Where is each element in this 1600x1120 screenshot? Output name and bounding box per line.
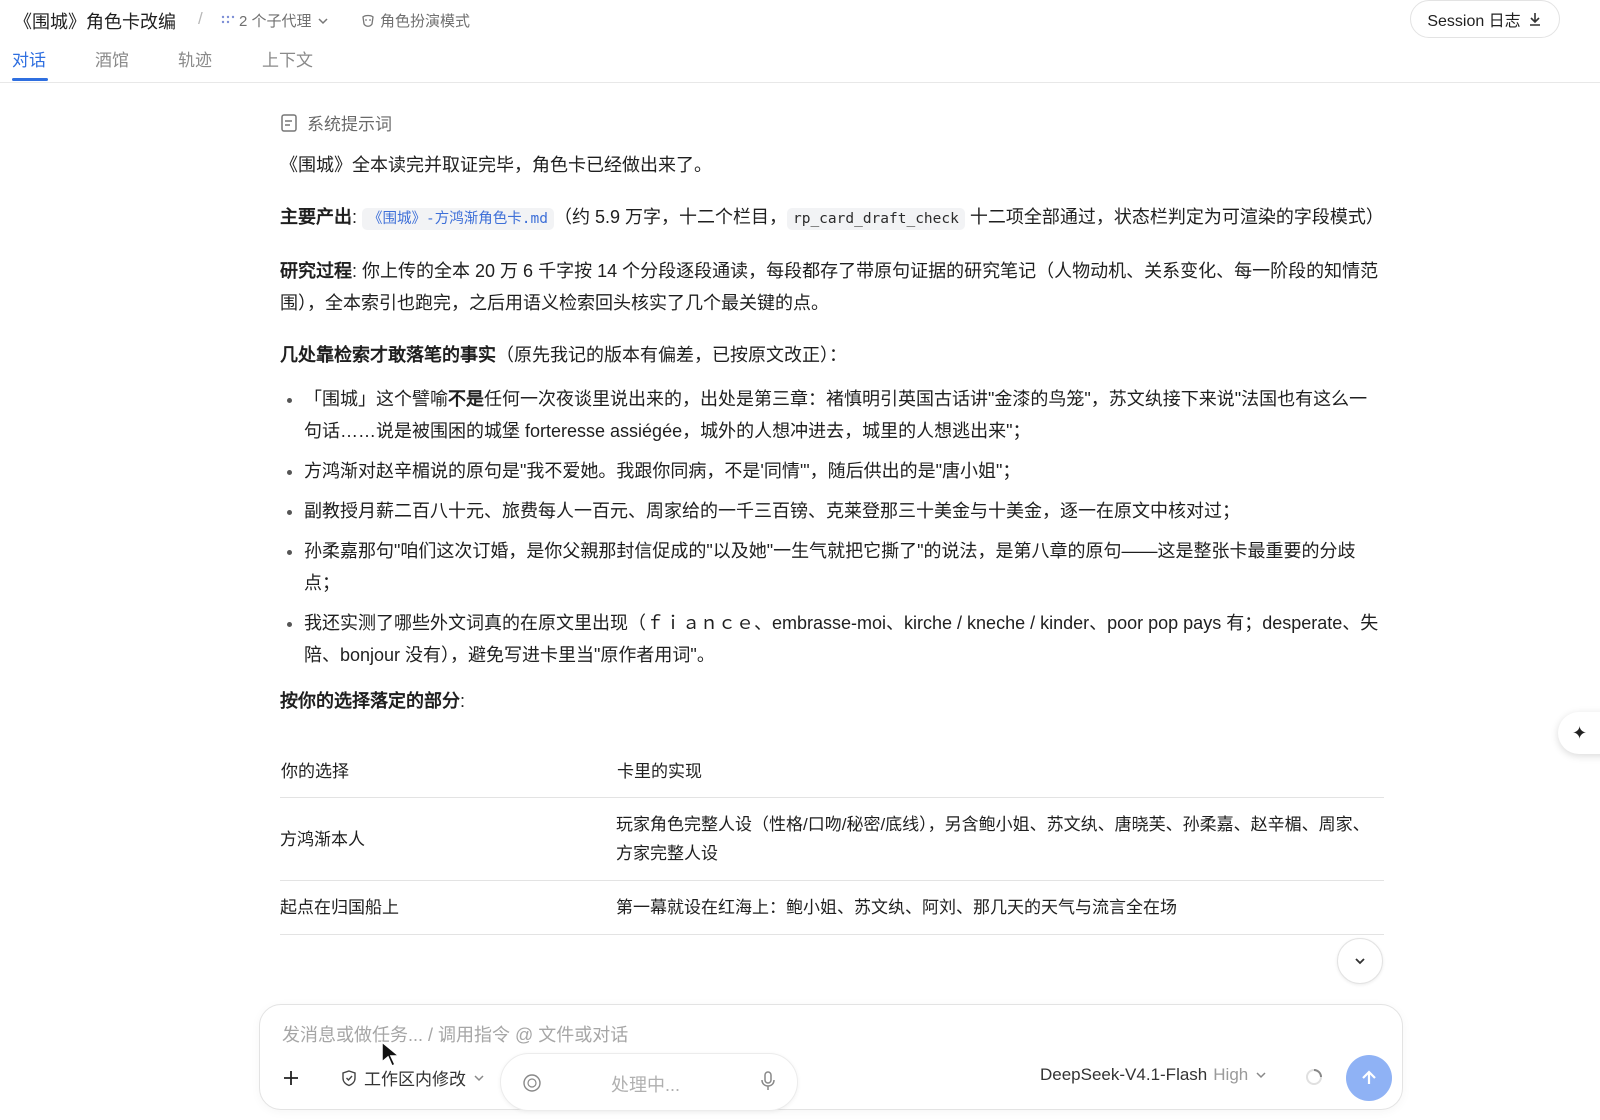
document-icon <box>281 113 297 132</box>
shield-edit-icon <box>342 1069 356 1086</box>
mouse-cursor-icon <box>381 1040 402 1068</box>
check-tool-chip: rp_card_draft_check <box>786 208 965 230</box>
intro-paragraph: 《围城》全本读完并取证完毕，角色卡已经做出来了。 <box>280 155 712 175</box>
side-assistant-tab[interactable]: ✦ <box>1558 712 1600 754</box>
chevron-down-icon <box>474 1074 484 1081</box>
tab-bar: 对话 酒馆 轨迹 上下文 <box>0 42 1600 83</box>
table-cell-choice: 起点在归国船上 <box>280 880 616 935</box>
model-selector[interactable]: DeepSeek-V4.1-Flash High <box>1040 1065 1268 1085</box>
system-prompt-toggle[interactable]: 系统提示词 <box>280 110 1384 135</box>
choices-heading: 按你的选择落定的部分: <box>280 685 1384 717</box>
permission-label: 工作区内修改 <box>364 1070 466 1089</box>
scroll-down-button[interactable] <box>1337 938 1383 984</box>
bullet-1-bold: 不是 <box>448 389 484 409</box>
voice-orb-icon <box>523 1074 541 1092</box>
process-label: 研究过程 <box>280 261 352 281</box>
facts-list: 「围城」这个譬喻不是任何一次夜谈里说出来的，出处是第三章：褚慎明引英国古话讲"金… <box>280 383 1384 671</box>
process-text: 你上传的全本 20 万 6 千字按 14 个分段逐段通读，每段都存了带原句证据的… <box>280 261 1379 313</box>
arrow-up-icon <box>1362 1070 1376 1084</box>
roleplay-mode-label[interactable]: 角色扮演模式 <box>360 10 470 31</box>
list-item: 方鸿渐对赵辛楣说的原句是"我不爱她。我跟你同病，不是'同情'"，随后供出的是"唐… <box>304 455 1384 487</box>
list-item: 「围城」这个譬喻不是任何一次夜谈里说出来的，出处是第三章：褚慎明引英国古话讲"金… <box>304 383 1384 447</box>
output-colon: : <box>352 207 358 227</box>
message-content: 系统提示词 《围城》全本读完并取证完毕，角色卡已经做出来了。 主要产出: 《围城… <box>280 110 1384 935</box>
table-cell-choice: 方鸿渐本人 <box>280 797 616 881</box>
table-header-impl: 卡里的实现 <box>616 741 1384 798</box>
theater-mask-icon <box>362 14 374 27</box>
table-cell-impl: 玩家角色完整人设（性格/口吻/秘密/底线），另含鲍小姐、苏文纨、唐晓芙、孙柔嘉、… <box>616 797 1384 881</box>
subagents-dropdown[interactable]: 2 个子代理 <box>221 10 330 31</box>
chevron-down-icon <box>1355 958 1365 965</box>
permission-dropdown[interactable]: 工作区内修改 <box>340 1065 486 1090</box>
breadcrumb-separator: / <box>198 9 203 28</box>
tab-tavern[interactable]: 酒馆 <box>95 46 129 71</box>
top-bar: 《围城》角色卡改编 / 2 个子代理 角色扮演模式 Session 日志 <box>0 0 1600 40</box>
table-row: 起点在归国船上 第一幕就设在红海上：鲍小姐、苏文纨、阿刘、那几天的天气与流言全在… <box>280 880 1384 935</box>
facts-label: 几处靠检索才敢落笔的事实 <box>280 345 496 365</box>
active-tab-indicator <box>12 78 48 81</box>
loading-spinner-icon <box>1306 1069 1322 1085</box>
send-button[interactable] <box>1346 1055 1392 1101</box>
add-attachment-button[interactable] <box>274 1061 308 1095</box>
system-prompt-label: 系统提示词 <box>307 115 392 134</box>
sparkle-icon: ✦ <box>1572 722 1588 743</box>
output-tail: 十二项全部通过，状态栏判定为可渲染的字段模式） <box>969 207 1384 227</box>
subagents-label: 2 个子代理 <box>239 13 312 30</box>
session-log-label: Session 日志 <box>1427 13 1521 30</box>
table-header-choice: 你的选择 <box>280 741 616 798</box>
dots-grid-icon <box>221 15 235 23</box>
output-label: 主要产出 <box>280 207 352 227</box>
facts-heading: 几处靠检索才敢落笔的事实（原先我记的版本有偏差，已按原文改正）： <box>280 339 1384 371</box>
composer-input[interactable]: 发消息或做任务... / 调用指令 @ 文件或对话 <box>282 1021 628 1047</box>
table-row: 方鸿渐本人 玩家角色完整人设（性格/口吻/秘密/底线），另含鲍小姐、苏文纨、唐晓… <box>280 797 1384 881</box>
chevron-down-icon <box>317 17 328 24</box>
model-level: High <box>1213 1065 1249 1084</box>
voice-input-pill[interactable]: 处理中... <box>500 1053 798 1111</box>
list-item: 孙柔嘉那句"咱们这次订婚，是你父親那封信促成的"以及她"一生气就把它撕了"的说法… <box>304 535 1384 599</box>
page-title: 《围城》角色卡改编 <box>14 12 176 32</box>
model-name: DeepSeek-V4.1-Flash <box>1040 1065 1208 1084</box>
table-cell-impl: 第一幕就设在红海上：鲍小姐、苏文纨、阿刘、那几天的天气与流言全在场 <box>616 880 1384 935</box>
choices-label: 按你的选择落定的部分 <box>280 691 460 711</box>
bullet-1-pre: 「围城」这个譬喻 <box>304 389 448 409</box>
roleplay-mode-text: 角色扮演模式 <box>380 13 471 30</box>
session-log-button[interactable]: Session 日志 <box>1410 0 1560 38</box>
output-paragraph: 主要产出: 《围城》-方鸿渐角色卡.md （约 5.9 万字，十二个栏目， rp_c… <box>280 201 1384 235</box>
output-file-link[interactable]: 《围城》-方鸿渐角色卡.md <box>362 208 554 230</box>
message-composer: 发消息或做任务... / 调用指令 @ 文件或对话 工作区内修改 处理中... … <box>259 1004 1403 1111</box>
microphone-icon[interactable] <box>759 1070 777 1092</box>
table-header-row: 你的选择 卡里的实现 <box>280 741 1384 798</box>
choices-colon: : <box>460 691 466 711</box>
output-mid: （约 5.9 万字，十二个栏目， <box>553 207 787 227</box>
tab-trajectory[interactable]: 轨迹 <box>178 46 212 71</box>
process-colon: : <box>352 261 358 281</box>
plus-icon <box>284 1071 298 1085</box>
list-item: 我还实测了哪些外文词真的在原文里出现（ｆｉａｎｃｅ、embrasse-moi、k… <box>304 607 1384 671</box>
download-icon <box>1529 13 1540 26</box>
tab-chat[interactable]: 对话 <box>12 46 46 71</box>
list-item: 副教授月薪二百八十元、旅费每人一百元、周家给的一千三百镑、克莱登那三十美金与十美… <box>304 495 1384 527</box>
process-paragraph: 研究过程: 你上传的全本 20 万 6 千字按 14 个分段逐段通读，每段都存了… <box>280 255 1384 319</box>
facts-note: （原先我记的版本有偏差，已按原文改正）： <box>496 345 847 365</box>
chevron-down-icon <box>1256 1072 1266 1079</box>
processing-status: 处理中... <box>611 1075 681 1095</box>
choices-table: 你的选择 卡里的实现 方鸿渐本人 玩家角色完整人设（性格/口吻/秘密/底线），另… <box>280 741 1384 935</box>
tab-context[interactable]: 上下文 <box>262 46 313 71</box>
